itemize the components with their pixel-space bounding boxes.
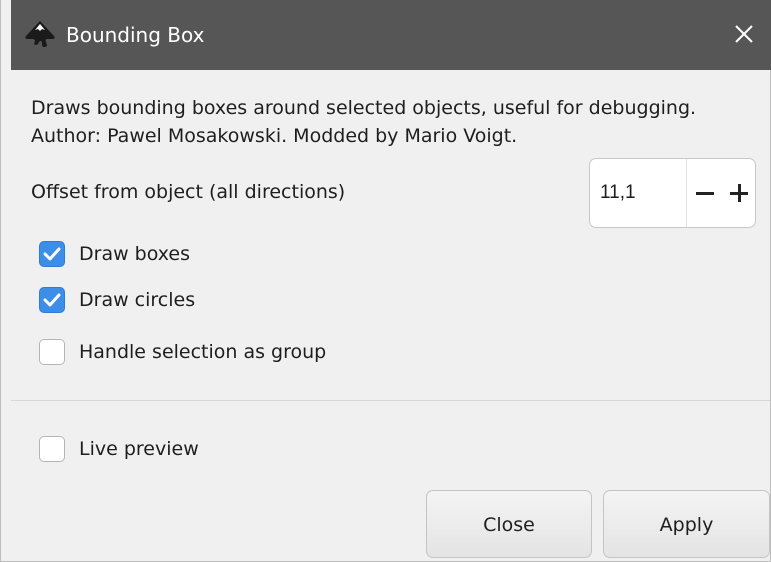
offset-input[interactable]	[598, 177, 682, 209]
section-divider	[11, 400, 770, 401]
minus-icon[interactable]	[688, 159, 722, 227]
dialog-content: Draws bounding boxes around selected obj…	[11, 70, 770, 561]
checkmark-icon	[43, 293, 61, 307]
draw-circles-label: Draw circles	[79, 289, 196, 311]
close-button[interactable]: Close	[426, 490, 592, 558]
live-preview-label: Live preview	[79, 438, 199, 460]
draw-circles-checkbox[interactable]	[39, 287, 65, 313]
checkmark-icon	[43, 247, 61, 261]
offset-spinbutton[interactable]	[589, 158, 756, 228]
live-preview-checkbox[interactable]	[39, 436, 65, 462]
window-title: Bounding Box	[66, 23, 205, 47]
dialog-window: Bounding Box Draws bounding boxes around…	[0, 0, 771, 562]
inkscape-icon	[25, 21, 55, 47]
close-icon[interactable]	[730, 20, 758, 48]
offset-label: Offset from object (all directions)	[31, 181, 346, 203]
draw-boxes-checkbox[interactable]	[39, 241, 65, 267]
handle-selection-group-label: Handle selection as group	[79, 341, 327, 363]
spin-separator	[686, 159, 687, 227]
handle-selection-group-checkbox[interactable]	[39, 339, 65, 365]
title-bar[interactable]: Bounding Box	[11, 0, 771, 70]
draw-boxes-label: Draw boxes	[79, 243, 191, 265]
extension-description: Draws bounding boxes around selected obj…	[31, 97, 697, 147]
apply-button[interactable]: Apply	[603, 490, 770, 558]
plus-icon[interactable]	[722, 159, 755, 227]
